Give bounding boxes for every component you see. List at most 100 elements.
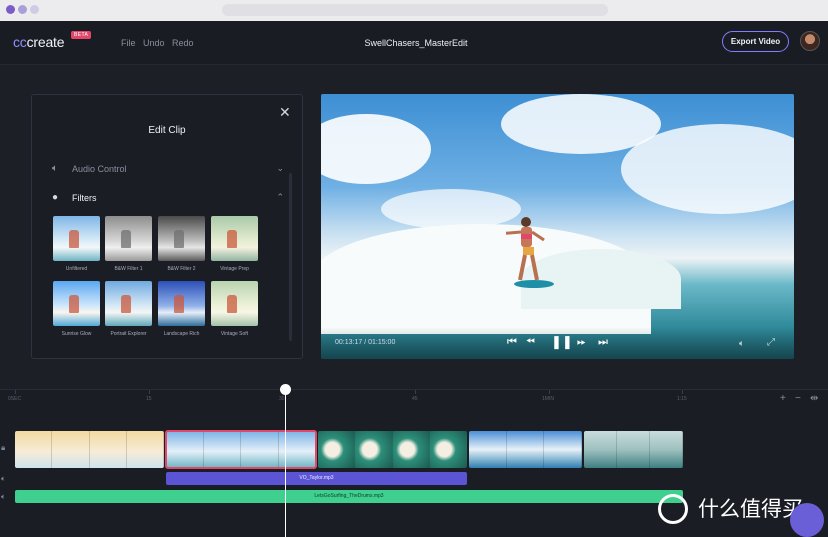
cloud-shape (381, 189, 521, 229)
video-clip-2-selected[interactable] (165, 430, 317, 469)
volume-icon[interactable]: 🔈︎ (739, 338, 744, 349)
pause-icon[interactable]: ❚❚ (551, 334, 573, 350)
playhead-handle[interactable] (280, 384, 291, 395)
playback-time: 00:13:17 / 01:15:00 (335, 339, 396, 346)
ruler-line (682, 390, 683, 394)
filter-unfiltered[interactable]: Unfiltered (53, 216, 100, 272)
filter-thumbnail (211, 216, 258, 261)
fit-timeline-icon[interactable]: ⇹ (810, 393, 818, 404)
filter-thumbnail (105, 216, 152, 261)
help-bubble[interactable] (790, 503, 824, 537)
zoom-in-icon[interactable]: + (780, 393, 786, 404)
clip-frame (392, 431, 430, 468)
browser-chrome (0, 0, 828, 21)
zoom-out-icon[interactable]: − (795, 393, 801, 404)
ruler-tick: 15 (146, 396, 152, 402)
music-audio-track[interactable]: LetsGoSurfing_TheDrums.mp3 (15, 490, 683, 503)
clip-frame (650, 431, 683, 468)
filter-label: Vintage Soft (220, 331, 249, 337)
address-bar[interactable] (222, 4, 608, 16)
chevron-down-icon[interactable]: ⌄ (276, 163, 284, 174)
clip-frame (52, 431, 90, 468)
clip-frame (241, 431, 279, 468)
filter-label: Sunrise Glow (61, 331, 92, 337)
close-icon[interactable]: ✕ (279, 104, 291, 121)
vo-audio-track[interactable]: VO_Taylor.mp3 (166, 472, 467, 485)
filters-label: Filters (72, 193, 97, 203)
audio-control-label: Audio Control (72, 164, 127, 174)
project-title[interactable]: SwellChasers_MasterEdit (316, 38, 516, 48)
audio-track-icon[interactable]: 🔈︎ (1, 492, 6, 502)
chevron-up-icon[interactable]: ⌃ (276, 192, 284, 203)
watermark-text: 什么值得买 (698, 497, 803, 521)
filter-vintage-prep[interactable]: Vintage Prep (211, 216, 258, 272)
filter-portrait-explorer[interactable]: Portrait Explorer (105, 281, 152, 337)
clip-frame (506, 431, 545, 468)
ruler-tick: 30 (279, 396, 285, 402)
filter-label: B&W Filter 2 (167, 266, 196, 272)
video-clip-1[interactable] (15, 431, 164, 468)
video-preview[interactable]: 00:13:17 / 01:15:00 ⏮︎ ⏪︎ ❚❚ ⏩︎ ⏭︎ 🔈︎ ⤢ (321, 94, 794, 359)
fast-forward-icon[interactable]: ⏩︎ (577, 336, 586, 349)
filter-bw-1[interactable]: B&W Filter 1 (105, 216, 152, 272)
filter-thumbnail (158, 216, 205, 261)
rewind-icon[interactable]: ⏪︎ (526, 336, 535, 349)
filter-landscape-rich[interactable]: Landscape Rich (158, 281, 205, 337)
user-avatar[interactable] (800, 31, 820, 51)
fullscreen-icon[interactable]: ⤢ (767, 337, 775, 348)
ruler-line (15, 390, 16, 394)
menu-file[interactable]: File (121, 38, 136, 48)
clip-frame (89, 431, 127, 468)
speaker-icon: 🔈︎ (52, 163, 58, 174)
cloud-shape (621, 124, 794, 214)
menu-undo[interactable]: Undo (143, 38, 165, 48)
video-clip-5[interactable] (584, 431, 683, 468)
skip-forward-icon[interactable]: ⏭︎ (598, 336, 608, 349)
lock-icon[interactable]: 🔒︎ (1, 443, 5, 453)
minimize-window-dot[interactable] (18, 5, 27, 14)
ruler-tick: 0SEC (8, 396, 22, 402)
skip-back-icon[interactable]: ⏮︎ (507, 336, 517, 349)
filter-thumbnail (158, 281, 205, 326)
filter-drop-icon: ● (52, 192, 59, 203)
app-logo[interactable]: cccreate (13, 34, 65, 50)
edit-clip-panel: Edit Clip ✕ 🔈︎ Audio Control ⌄ ● Filters… (31, 94, 303, 359)
filter-thumbnail (53, 281, 100, 326)
cloud-shape (321, 114, 431, 184)
filters-section[interactable]: ● Filters ⌃ (52, 192, 284, 206)
menu-redo[interactable]: Redo (172, 38, 194, 48)
close-window-dot[interactable] (6, 5, 15, 14)
ruler-line (149, 390, 150, 394)
filter-vintage-soft[interactable]: Vintage Soft (211, 281, 258, 337)
ruler-line (415, 390, 416, 394)
ruler-line (549, 390, 550, 394)
panel-scrollbar[interactable] (289, 173, 292, 341)
filter-label: Portrait Explorer (110, 331, 147, 337)
watermark-logo-icon (658, 494, 688, 524)
audio-control-section[interactable]: 🔈︎ Audio Control ⌄ (52, 163, 284, 177)
video-clip-4[interactable] (469, 431, 582, 468)
filter-label: Unfiltered (65, 266, 88, 272)
export-video-button[interactable]: Export Video (722, 31, 789, 52)
filter-bw-2[interactable]: B&W Filter 2 (158, 216, 205, 272)
clip-frame (166, 431, 204, 468)
filter-label: B&W Filter 1 (114, 266, 143, 272)
playhead-line[interactable] (285, 390, 286, 537)
ruler-tick: 1MIN (542, 396, 554, 402)
clip-frame (617, 431, 650, 468)
filter-thumbnail (105, 281, 152, 326)
maximize-window-dot[interactable] (30, 5, 39, 14)
clip-frame (355, 431, 393, 468)
player-controls: 00:13:17 / 01:15:00 ⏮︎ ⏪︎ ❚❚ ⏩︎ ⏭︎ 🔈︎ ⤢ (321, 327, 794, 359)
clip-frame (318, 431, 356, 468)
filter-sunrise-glow[interactable]: Sunrise Glow (53, 281, 100, 337)
audio-track-icon[interactable]: 🔈︎ (1, 474, 6, 484)
ruler-tick: 45 (412, 396, 418, 402)
filter-thumbnail (53, 216, 100, 261)
beta-badge: BETA (71, 31, 92, 39)
ruler-tick: 1:15 (677, 396, 687, 402)
surfer-figure (506, 217, 554, 288)
clip-frame (429, 431, 467, 468)
clip-frame (544, 431, 582, 468)
video-clip-3[interactable] (318, 431, 467, 468)
